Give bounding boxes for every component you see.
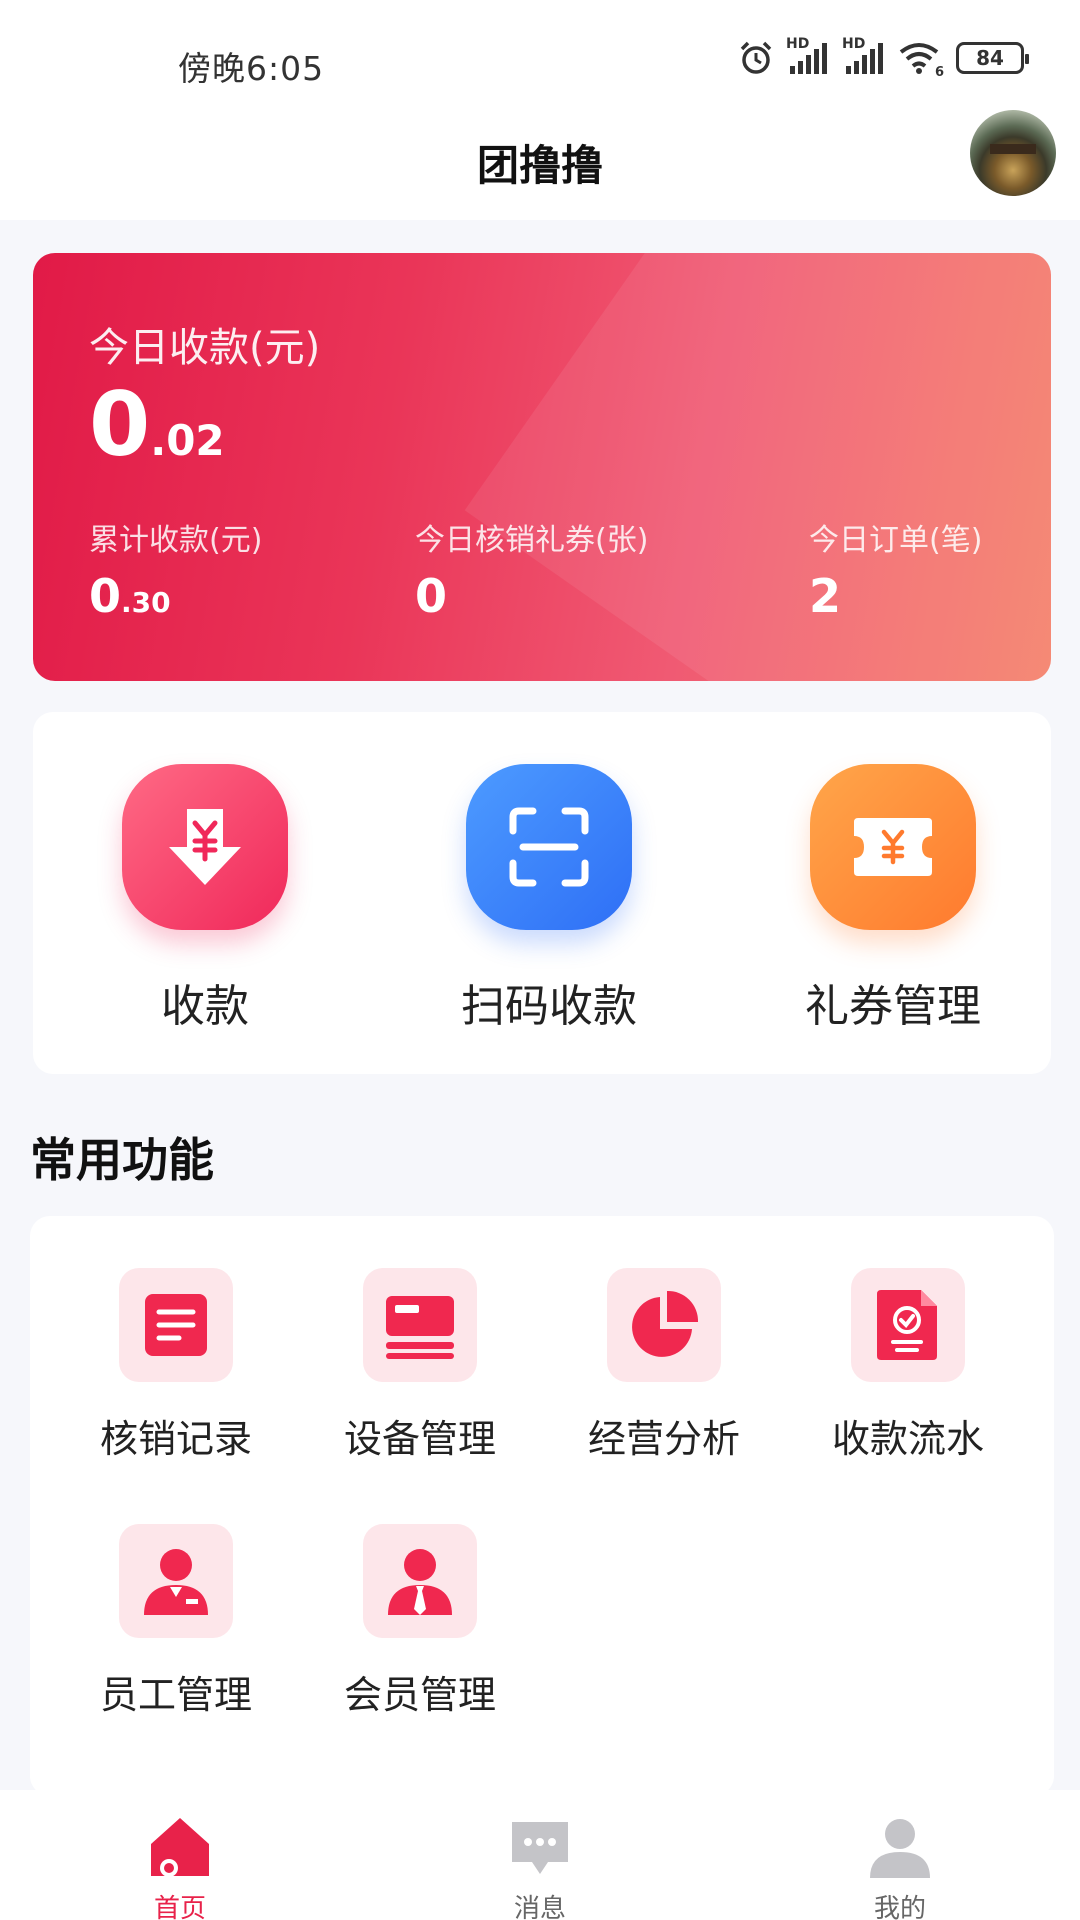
- status-icons: HD HD 6 84: [738, 36, 1029, 80]
- member-icon: [363, 1524, 477, 1638]
- today-orders-stat: 今日订单(笔) 2: [809, 523, 983, 623]
- page-title: 团撸撸: [476, 141, 603, 190]
- signal-icon-2: HD: [842, 36, 886, 76]
- today-revenue-label: 今日收款(元): [89, 325, 321, 371]
- battery-icon: 84: [956, 42, 1029, 74]
- card-device-icon: [363, 1268, 477, 1382]
- wifi-icon: 6: [898, 40, 944, 80]
- alarm-icon: [740, 41, 772, 74]
- receipt-icon: [851, 1268, 965, 1382]
- feature-device-management[interactable]: 设备管理: [320, 1268, 520, 1463]
- scan-icon: [466, 764, 632, 930]
- status-bar: 傍晚6:05 HD HD 6 84: [0, 0, 1080, 110]
- feature-member-management[interactable]: 会员管理: [320, 1524, 520, 1719]
- receive-payment-button[interactable]: 收款: [75, 764, 335, 1034]
- feature-payment-flow[interactable]: 收款流水: [808, 1268, 1008, 1463]
- feature-business-analysis[interactable]: 经营分析: [564, 1268, 764, 1463]
- tab-bar: 首页 消息 我的: [0, 1790, 1080, 1920]
- coupon-management-label: 礼券管理: [805, 981, 981, 1032]
- today-revenue-amount: 0.02: [89, 373, 225, 476]
- avatar[interactable]: [970, 110, 1056, 196]
- tab-messages[interactable]: 消息: [430, 1790, 650, 1920]
- home-icon: [70, 1790, 290, 1880]
- coupon-icon: [810, 764, 976, 930]
- scan-payment-button[interactable]: 扫码收款: [419, 764, 679, 1034]
- signal-icon-1: HD: [786, 36, 830, 76]
- profile-icon: [790, 1790, 1010, 1880]
- status-time: 傍晚6:05: [178, 49, 325, 88]
- total-revenue-stat: 累计收款(元) 0.30: [89, 523, 263, 623]
- scan-payment-label: 扫码收款: [461, 981, 637, 1032]
- quick-actions: 收款 扫码收款 礼券管理: [33, 712, 1051, 1074]
- revenue-card: 今日收款(元) 0.02 累计收款(元) 0.30 今日核销礼券(张) 0 今日…: [33, 253, 1051, 681]
- pie-chart-icon: [607, 1268, 721, 1382]
- document-icon: [119, 1268, 233, 1382]
- tab-home[interactable]: 首页: [70, 1790, 290, 1920]
- app-header: 团撸撸: [0, 110, 1080, 220]
- section-title: 常用功能: [30, 1133, 214, 1187]
- battery-level: 84: [976, 46, 1004, 70]
- receive-payment-icon: [122, 764, 288, 930]
- today-coupons-stat: 今日核销礼券(张) 0: [415, 523, 649, 623]
- coupon-management-button[interactable]: 礼券管理: [763, 764, 1023, 1034]
- features-grid: 核销记录 设备管理 经营分析 收款流水 员工管理 会员管理: [30, 1216, 1054, 1796]
- tab-profile[interactable]: 我的: [790, 1790, 1010, 1920]
- receive-payment-label: 收款: [161, 981, 249, 1032]
- staff-icon: [119, 1524, 233, 1638]
- feature-staff-management[interactable]: 员工管理: [76, 1524, 276, 1719]
- message-icon: [430, 1790, 650, 1880]
- feature-verification-records[interactable]: 核销记录: [76, 1268, 276, 1463]
